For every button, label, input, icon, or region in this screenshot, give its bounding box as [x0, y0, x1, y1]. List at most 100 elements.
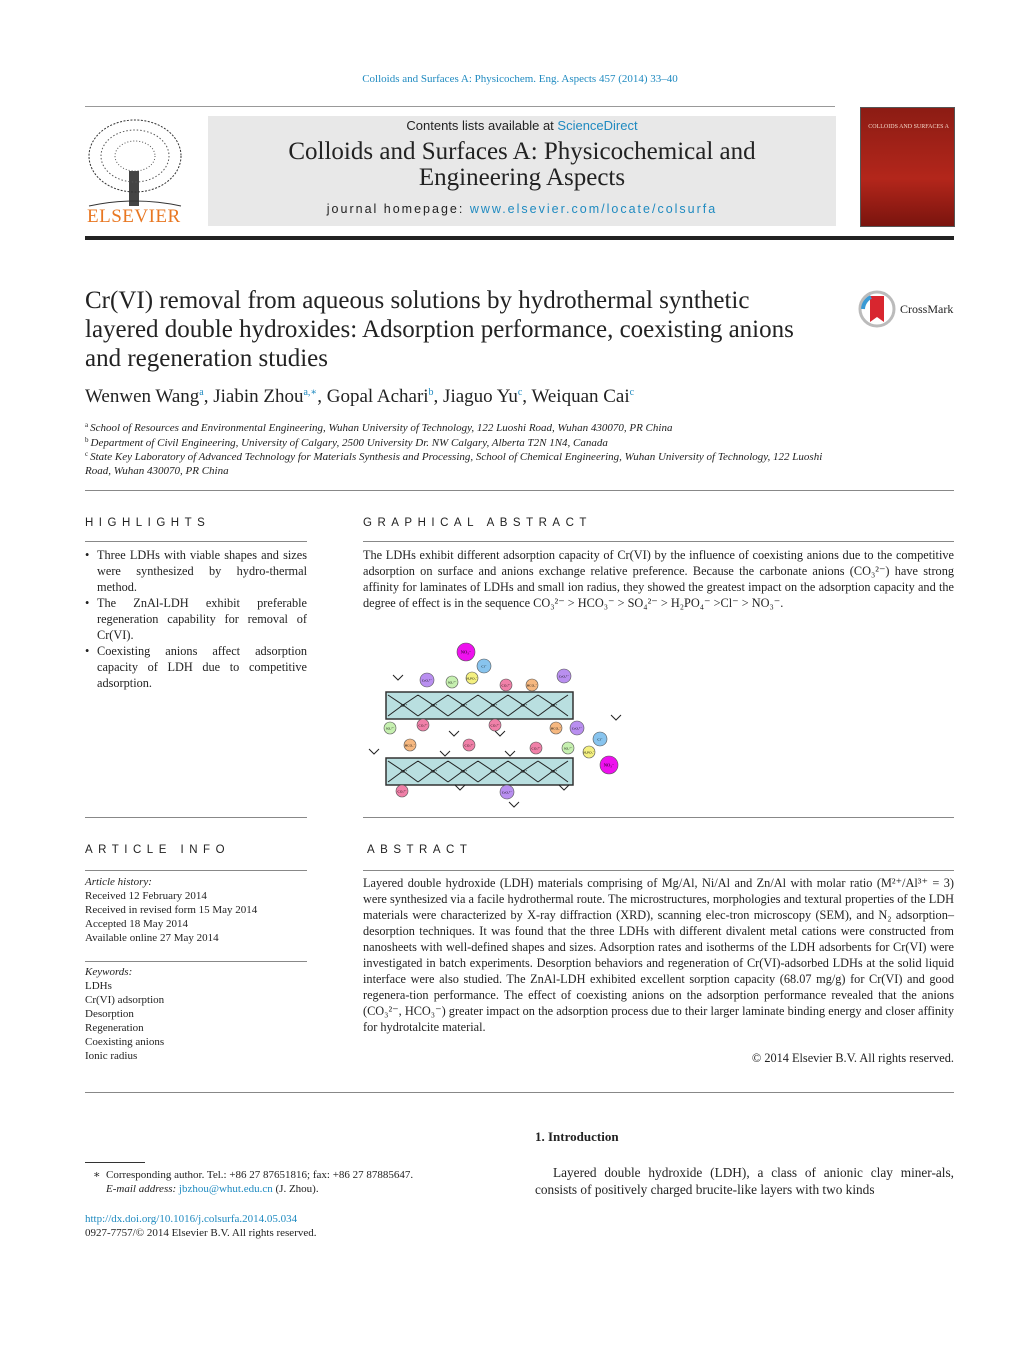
al-label: Al³⁺	[520, 769, 527, 774]
article-title: Cr(VI) removal from aqueous solutions by…	[85, 287, 794, 372]
author[interactable]: Gopal Achari	[327, 386, 429, 407]
al-label: Al³⁺	[490, 703, 497, 708]
journal-reference[interactable]: Colloids and Surfaces A: Physicochem. En…	[0, 73, 1020, 85]
al-label: Al³⁺	[490, 769, 497, 774]
corresponding-text: Corresponding author. Tel.: +86 27 87651…	[105, 1169, 414, 1181]
svg-text:H₂PO₄⁻: H₂PO₄⁻	[466, 677, 477, 681]
introduction-heading: 1. Introduction	[535, 1129, 619, 1144]
ion-cro4: CrO₄²⁻	[419, 672, 435, 688]
author[interactable]: Jiaguo Yu	[443, 386, 518, 407]
svg-text:CO₃²⁻: CO₃²⁻	[398, 790, 407, 794]
contents-line: Contents lists available at ScienceDirec…	[208, 118, 836, 133]
ldh-layer: Al³⁺ Al³⁺ Al³⁺ Al³⁺ Al³⁺ Al³⁺	[385, 691, 574, 720]
abstract-text: Layered double hydroxide (LDH) materials…	[363, 876, 954, 1034]
al-label: Al³⁺	[550, 703, 557, 708]
al-label: Al³⁺	[460, 703, 467, 708]
issn-text: 0927-7757/© 2014 Elsevier B.V. All right…	[85, 1227, 317, 1239]
affil-key: b	[85, 436, 89, 444]
ion-cl: Cl⁻	[476, 658, 492, 674]
ion-hco3: HCO₃⁻	[549, 721, 563, 735]
svg-text:CrO₄²⁻: CrO₄²⁻	[559, 675, 569, 679]
al-label: Al³⁺	[400, 703, 407, 708]
svg-text:SO₄²⁻: SO₄²⁻	[564, 747, 573, 751]
email-label: E-mail address:	[106, 1183, 177, 1195]
water-molecule	[448, 730, 460, 737]
svg-text:HCO₃⁻: HCO₃⁻	[405, 744, 416, 748]
affil-key: a	[85, 421, 89, 429]
keyword: Coexisting anions	[85, 1036, 165, 1048]
keywords-label: Keywords:	[85, 966, 133, 978]
svg-text:CrO₄²⁻: CrO₄²⁻	[422, 679, 432, 683]
doi-link[interactable]: http://dx.doi.org/10.1016/j.colsurfa.201…	[85, 1213, 297, 1225]
water-molecule	[610, 714, 622, 721]
doi-block: http://dx.doi.org/10.1016/j.colsurfa.201…	[85, 1212, 317, 1240]
crossmark-button[interactable]: CrossMark	[858, 290, 953, 328]
ion-so4: SO₄²⁻	[561, 741, 575, 755]
highlight-item: Coexisting anions affect adsorption capa…	[85, 643, 307, 691]
water-molecule	[368, 748, 380, 755]
ion-cro4: CrO₄²⁻	[556, 668, 572, 684]
water-molecule	[494, 730, 506, 737]
ion-cl: Cl⁻	[592, 731, 608, 747]
ion-co3: CO₃²⁻	[462, 738, 476, 752]
divider	[363, 870, 954, 871]
svg-text:CrO₄²⁻: CrO₄²⁻	[502, 791, 512, 795]
history-item: Accepted 18 May 2014	[85, 918, 188, 930]
history-item: Received 12 February 2014	[85, 890, 207, 902]
crossmark-label: CrossMark	[900, 301, 954, 316]
ion-co3: CO₃²⁻	[395, 784, 409, 798]
ion-so4: SO₄²⁻	[445, 675, 459, 689]
ion-cro4: CrO₄²⁻	[569, 720, 585, 736]
author[interactable]: Wenwen Wang	[85, 386, 199, 407]
al-label: Al³⁺	[520, 703, 527, 708]
graphical-abstract-heading: GRAPHICAL ABSTRACT	[363, 517, 592, 529]
ion-h2po4: H₂PO₄⁻	[582, 745, 596, 759]
water-molecule	[439, 750, 451, 757]
contents-prefix: Contents lists available at	[406, 118, 558, 133]
author-affiliation-mark[interactable]: a	[199, 387, 203, 398]
ion-no3: NO₃⁻	[599, 755, 619, 775]
affiliation-c: c State Key Laboratory of Advanced Techno…	[85, 447, 830, 478]
cover-title: COLLOIDS AND SURFACES A	[868, 124, 949, 130]
al-label: Al³⁺	[400, 769, 407, 774]
highlights-heading: HIGHLIGHTS	[85, 517, 211, 529]
author-affiliation-mark[interactable]: c	[518, 387, 522, 398]
ion-no3: NO₃⁻	[456, 642, 476, 662]
author[interactable]: Jiabin Zhou	[213, 386, 303, 407]
divider	[85, 106, 835, 107]
ion-h2po4: H₂PO₄⁻	[465, 671, 479, 685]
water-molecule	[392, 674, 404, 681]
ldh-layer: Al³⁺ Al³⁺ Al³⁺ Al³⁺ Al³⁺ Al³⁺	[385, 757, 574, 786]
keyword: Regeneration	[85, 1022, 144, 1034]
divider	[85, 541, 307, 542]
svg-text:CO₃²⁻: CO₃²⁻	[465, 744, 474, 748]
svg-text:SO₄²⁻: SO₄²⁻	[386, 727, 395, 731]
svg-text:CO₃²⁻: CO₃²⁻	[419, 724, 428, 728]
email-link[interactable]: jbzhou@whut.edu.cn	[179, 1183, 273, 1195]
sciencedirect-link[interactable]: ScienceDirect	[557, 118, 637, 133]
highlight-item: Three LDHs with viable shapes and sizes …	[85, 547, 307, 595]
history-label: Article history:	[85, 876, 152, 888]
author-affiliation-mark[interactable]: c	[630, 387, 634, 398]
publisher-name: ELSEVIER	[87, 206, 181, 227]
email-suffix: (J. Zhou).	[272, 1183, 319, 1195]
author-affiliation-mark[interactable]: b	[429, 387, 434, 398]
ion-hco3: HCO₃⁻	[525, 678, 539, 692]
keywords: Keywords: LDHs Cr(VI) adsorption Desorpt…	[85, 965, 307, 1063]
affil-text: State Key Laboratory of Advanced Technol…	[85, 451, 823, 477]
keyword: LDHs	[85, 980, 112, 992]
svg-text:CO₃²⁻: CO₃²⁻	[502, 684, 511, 688]
al-label: Al³⁺	[430, 769, 437, 774]
keyword: Ionic radius	[85, 1050, 138, 1062]
al-label: Al³⁺	[550, 769, 557, 774]
author[interactable]: Weiquan Cai	[531, 386, 629, 407]
author-list: Wenwen Wanga, Jiabin Zhoua,∗, Gopal Acha…	[85, 386, 635, 407]
author-affiliation-mark[interactable]: a,∗	[303, 387, 317, 398]
divider	[85, 961, 307, 962]
journal-cover[interactable]: COLLOIDS AND SURFACES A	[860, 107, 955, 227]
ion-co3: CO₃²⁻	[529, 741, 543, 755]
homepage-link[interactable]: www.elsevier.com/locate/colsurfa	[470, 202, 717, 216]
svg-text:CrO₄²⁻: CrO₄²⁻	[572, 727, 582, 731]
svg-text:Cl⁻: Cl⁻	[481, 665, 486, 669]
history-item: Available online 27 May 2014	[85, 932, 219, 944]
